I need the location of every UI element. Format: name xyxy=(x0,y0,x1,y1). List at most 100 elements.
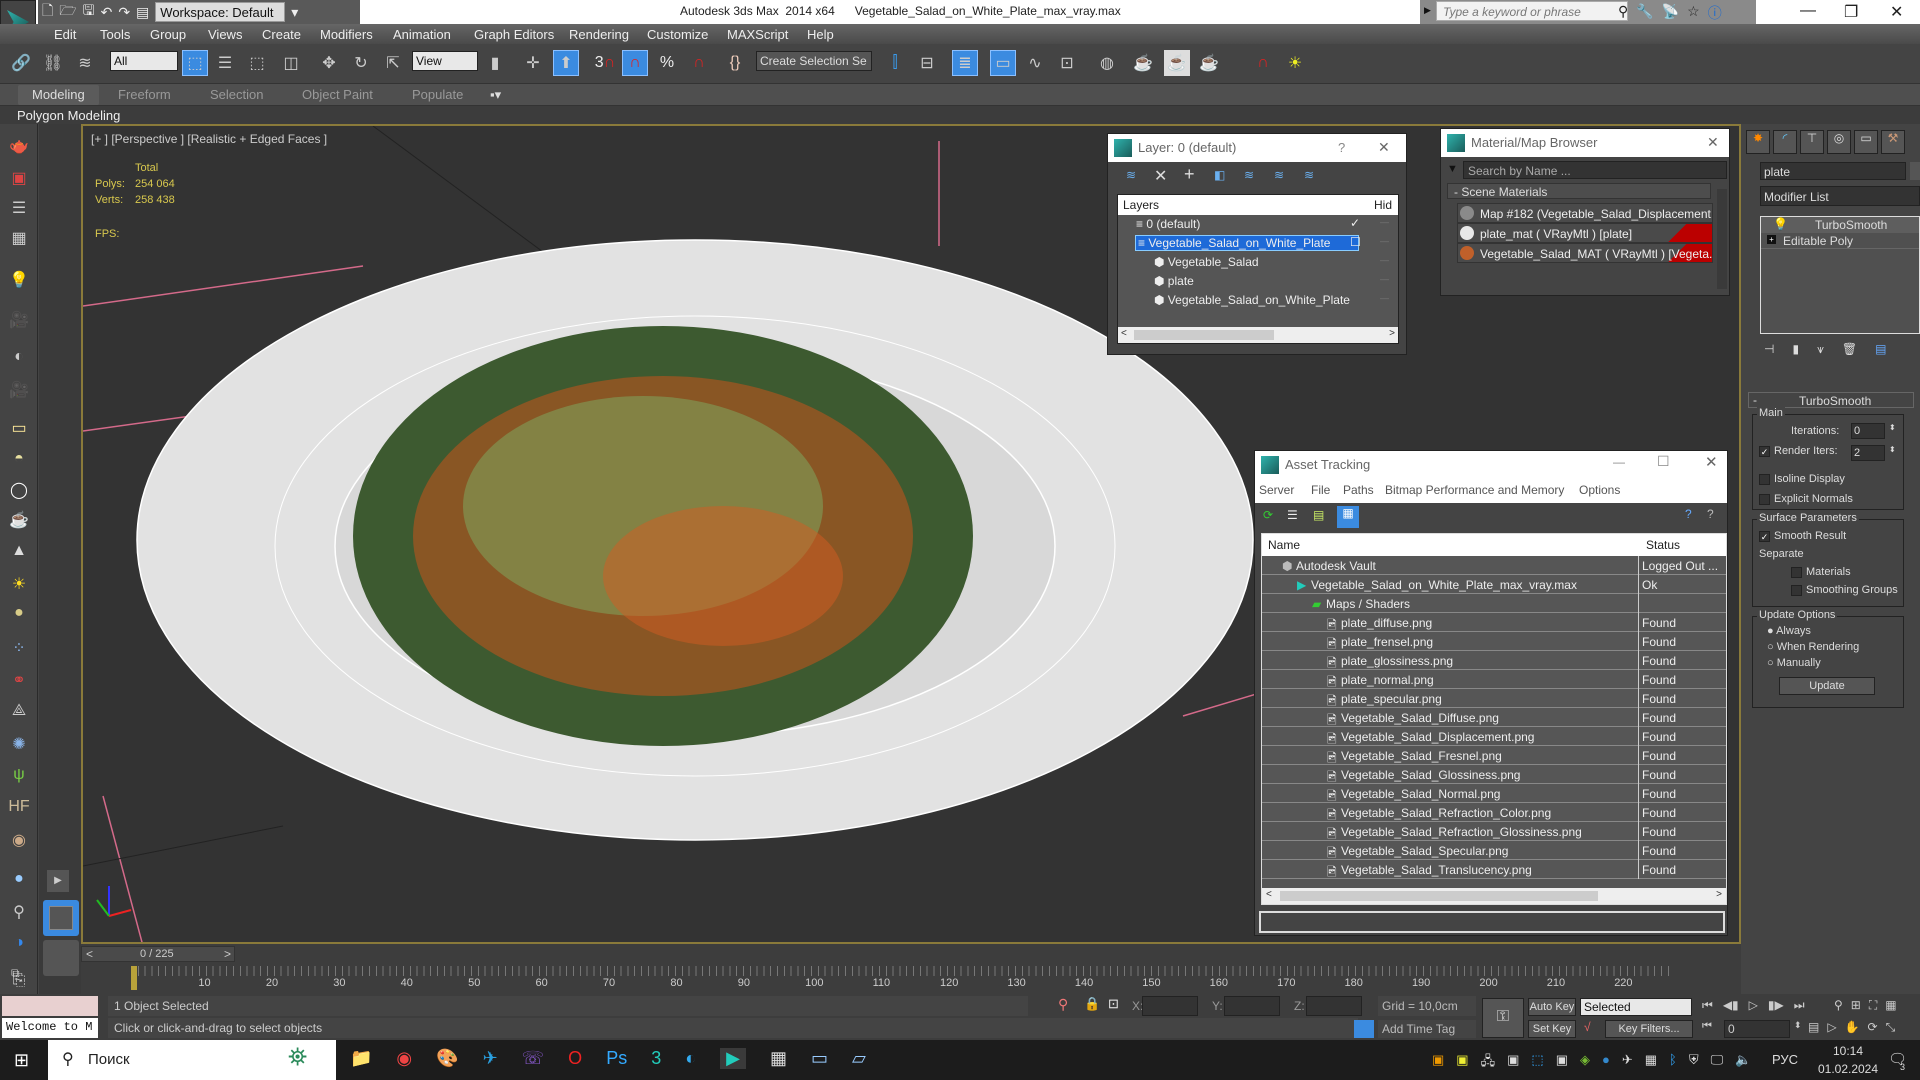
motion-tab-icon[interactable]: ◎ xyxy=(1827,130,1851,154)
separate-materials-checkbox[interactable]: Materials xyxy=(1791,566,1851,578)
mesh-light-icon[interactable]: ☕ xyxy=(7,510,31,532)
sun-light-icon[interactable]: ☀ xyxy=(1282,50,1308,76)
key-mode-dropdown[interactable]: Selected xyxy=(1580,998,1692,1016)
col-layers[interactable]: Layers xyxy=(1123,198,1159,212)
current-frame-input[interactable]: 0 xyxy=(1724,1020,1790,1038)
stack-item-editable-poly[interactable]: + Editable Poly xyxy=(1761,233,1919,249)
asset-row[interactable]: 🖻 Vegetable_Salad_Translucency.png Found xyxy=(1262,860,1726,879)
layer-row[interactable]: ⬢ Vegetable_Salad — xyxy=(1118,253,1398,272)
ribbon-tab-modeling[interactable]: Modeling xyxy=(18,85,99,105)
maximize-viewport-icon[interactable]: ⤡ xyxy=(1886,1020,1896,1035)
asset-row[interactable]: 🖻 Vegetable_Salad_Displacement.png Found xyxy=(1262,727,1726,746)
unlink-icon[interactable]: ⛓ xyxy=(40,50,66,76)
scale-icon[interactable]: ⇱ xyxy=(380,50,406,76)
customize-qat-icon[interactable]: ▾ xyxy=(291,4,298,21)
show-end-result-icon[interactable]: ▮ xyxy=(1792,342,1799,357)
previous-frame-icon[interactable]: ◀▮ xyxy=(1723,998,1739,1013)
binoculars-icon[interactable]: ⚲ xyxy=(1618,3,1628,23)
volume-icon[interactable]: 🔈 xyxy=(1735,1052,1751,1074)
make-unique-icon[interactable]: ⩛ xyxy=(1817,342,1824,357)
tray-app-icon[interactable]: ▦ xyxy=(1645,1052,1657,1074)
undo-icon[interactable]: ↶ xyxy=(101,4,113,21)
asset-row[interactable]: 🖻 plate_specular.png Found xyxy=(1262,689,1726,708)
bluetooth-icon[interactable]: ᛒ xyxy=(1669,1052,1677,1074)
ribbon-tab-freeform[interactable]: Freeform xyxy=(118,87,171,102)
render-iters-checkbox[interactable]: ✓ Render Iters: xyxy=(1759,445,1838,457)
stereo-camera-icon[interactable]: 🎥 xyxy=(7,380,31,402)
stack-item-turbosmooth[interactable]: 💡 TurboSmooth xyxy=(1761,217,1919,233)
snap-magnet-icon[interactable]: ∩ xyxy=(1250,50,1276,76)
manipulate-icon[interactable]: ✛ xyxy=(520,50,546,76)
layer-current-checkbox[interactable]: ✓ xyxy=(1350,216,1360,230)
menu-options[interactable]: Options xyxy=(1579,483,1620,497)
close-button[interactable]: ✕ xyxy=(1378,139,1390,156)
refresh-icon[interactable]: ⟳ xyxy=(1263,508,1273,522)
radio-always[interactable]: ● Always xyxy=(1767,625,1811,637)
ribbon-tab-selection[interactable]: Selection xyxy=(210,87,263,102)
object-name-field[interactable]: plate xyxy=(1760,162,1906,180)
workspace-dropdown[interactable]: Workspace: Default xyxy=(155,2,286,22)
close-button[interactable]: ✕ xyxy=(1890,2,1903,22)
spinner-snap-icon[interactable]: ∩ xyxy=(686,50,712,76)
layer-current-checkbox[interactable]: ☐ xyxy=(1350,235,1361,249)
sun-icon[interactable]: ☀ xyxy=(7,574,31,596)
menu-graph-editors[interactable]: Graph Editors xyxy=(474,27,554,42)
save-icon[interactable]: 🖫 xyxy=(83,0,95,24)
auto-key-button[interactable]: Auto Key xyxy=(1528,998,1576,1016)
3dsmax-2024-icon[interactable]: 3 xyxy=(651,1048,661,1069)
layer-dialog-titlebar[interactable]: Layer: 0 (default) ? ✕ xyxy=(1108,134,1406,162)
asset-row[interactable]: 🖻 plate_normal.png Found xyxy=(1262,670,1726,689)
list-view-icon[interactable]: ☰ xyxy=(1287,508,1298,522)
panel-list-icon[interactable]: ☰ xyxy=(7,198,31,220)
explicit-normals-checkbox[interactable]: Explicit Normals xyxy=(1759,493,1853,505)
iterations-spinner[interactable]: ⬍ xyxy=(1889,423,1896,432)
render-setup-icon[interactable]: ☕ xyxy=(1130,50,1156,76)
render-iters-spinner[interactable]: ⬍ xyxy=(1889,445,1896,454)
language-indicator[interactable]: РУС xyxy=(1772,1052,1798,1067)
menu-file[interactable]: File xyxy=(1311,483,1330,497)
rectangular-selection-icon[interactable]: ⬚ xyxy=(244,50,270,76)
configure-sets-icon[interactable]: ▤ xyxy=(1875,342,1886,357)
tree-view-icon[interactable]: ▤ xyxy=(1313,508,1324,522)
reference-coord-dropdown[interactable]: View xyxy=(412,51,478,71)
tray-app-icon[interactable]: ▣ xyxy=(1507,1052,1519,1074)
grass-icon[interactable]: ψ xyxy=(7,766,31,788)
material-browser-titlebar[interactable]: Material/Map Browser ✕ xyxy=(1441,129,1729,157)
redo-icon[interactable]: ↷ xyxy=(118,4,130,21)
menu-edit[interactable]: Edit xyxy=(54,27,76,42)
hierarchy-tab-icon[interactable]: ⊤ xyxy=(1800,130,1824,154)
network-pc-icon[interactable]: 🖧 xyxy=(1481,1052,1496,1074)
frame-spinner[interactable]: ⬍ xyxy=(1794,1020,1802,1031)
create-tab-icon[interactable]: ✸ xyxy=(1746,130,1770,154)
asset-path-field[interactable] xyxy=(1259,911,1725,933)
asset-row[interactable]: ⬢ Autodesk Vault Logged Out ... xyxy=(1262,556,1726,575)
zoom-extents-all-icon[interactable]: ▦ xyxy=(1885,998,1896,1013)
keyword-search-input[interactable]: Type a keyword or phrase xyxy=(1436,1,1628,21)
go-to-start-icon[interactable]: ⏮ xyxy=(1702,998,1713,1013)
hide-all-icon[interactable]: ≋ xyxy=(1274,168,1284,182)
help-icon[interactable]: ⓘ xyxy=(1708,3,1722,23)
browser-options-icon[interactable]: ▼ xyxy=(1447,163,1458,175)
asset-row[interactable]: ▶ Vegetable_Salad_on_White_Plate_max_vray… xyxy=(1262,575,1726,594)
clock-date[interactable]: 01.02.2024 xyxy=(1808,1062,1888,1076)
scatter-icon[interactable]: ✺ xyxy=(7,734,31,756)
pivot-center-icon[interactable]: ▮ xyxy=(482,50,508,76)
orbit-icon[interactable]: ⟳ xyxy=(1868,1020,1878,1035)
ornatrix-icon[interactable]: ◉ xyxy=(7,830,31,852)
set-key-mode-icon[interactable]: ⚿ xyxy=(1482,998,1524,1038)
asset-row[interactable]: 🖻 plate_glossiness.png Found xyxy=(1262,651,1726,670)
chrome-icon[interactable]: ◉ xyxy=(396,1048,412,1069)
layer-hide-toggle[interactable]: — xyxy=(1380,274,1389,284)
particles-icon[interactable]: ⁘ xyxy=(7,638,31,660)
menu-modifiers[interactable]: Modifiers xyxy=(320,27,373,42)
molecule-icon[interactable]: ⚭ xyxy=(7,670,31,692)
camera-icon[interactable]: 🎥 xyxy=(7,310,31,332)
viewport-label[interactable]: [+ ] [Perspective ] [Realistic + Edged F… xyxy=(91,132,327,146)
key-filters-button[interactable]: Key Filters... xyxy=(1605,1020,1693,1038)
horizontal-scrollbar[interactable]: < > xyxy=(1118,327,1398,343)
menu-paths[interactable]: Paths xyxy=(1343,483,1374,497)
delete-layer-icon[interactable]: ✕ xyxy=(1154,166,1167,186)
single-viewport-layout[interactable] xyxy=(43,900,79,936)
align-icon[interactable]: ⊟ xyxy=(914,50,940,76)
defender-icon[interactable]: ⛨ xyxy=(1689,1052,1699,1074)
